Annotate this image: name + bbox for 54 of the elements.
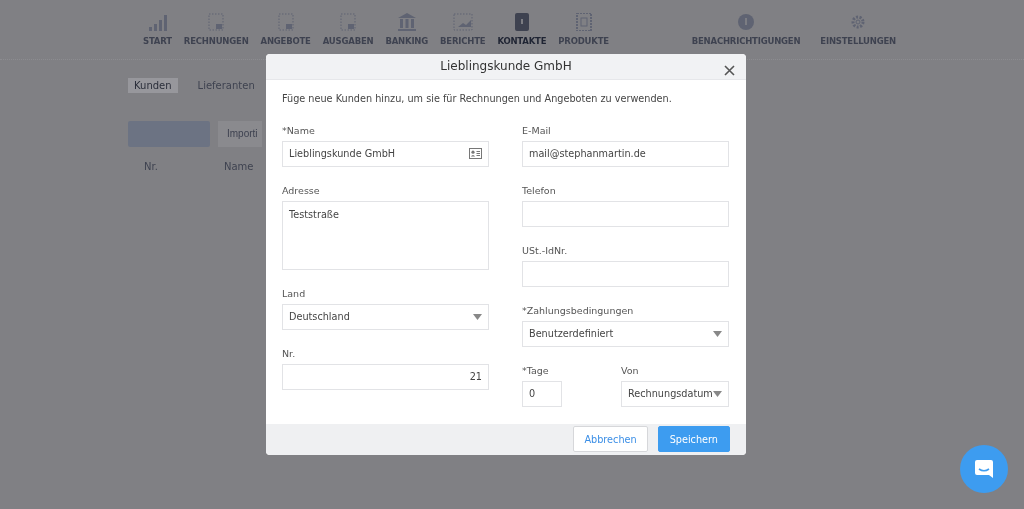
nav-item[interactable]: PRODUKTE — [555, 0, 612, 59]
chat-button[interactable] — [960, 445, 1008, 493]
dialog-title: Lieblingskunde GmbH — [440, 59, 572, 74]
field-label: *Name — [282, 123, 315, 137]
bar-chart-icon — [147, 13, 168, 31]
field-label: Adresse — [282, 183, 320, 197]
sub-tab[interactable]: Lieferanten — [191, 78, 261, 93]
bank-icon — [396, 13, 417, 31]
nav-item[interactable]: BERICHTE — [437, 0, 489, 59]
text-field[interactable]: mail@stephanmartin.de — [522, 140, 729, 167]
column-header: Nr. — [143, 161, 159, 172]
save-button[interactable]: Speichern — [657, 426, 730, 453]
field-label: E-Mail — [522, 123, 551, 137]
contact-card-icon[interactable] — [469, 148, 482, 160]
intro-text: Füge neue Kunden hinzu, um sie für Rechnungen und Angeboten zu verwenden. — [282, 92, 673, 104]
import-button[interactable]: Importi — [218, 121, 262, 147]
chat-icon — [974, 459, 994, 479]
number-field[interactable]: 21 — [282, 363, 489, 390]
nav-item[interactable]: AUSGABEN — [319, 0, 377, 59]
field-label: Telefon — [522, 183, 556, 197]
nav-item[interactable]: BANKING — [382, 0, 432, 59]
chart-icon — [452, 13, 473, 31]
select-field[interactable]: Benutzerdefiniert — [522, 320, 729, 347]
nav-item[interactable]: RECHNUNGEN — [180, 0, 252, 59]
field-label: Nr. — [282, 346, 296, 360]
caret-icon — [713, 390, 722, 397]
field-label: USt.-IdNr. — [522, 243, 568, 257]
address-field[interactable]: Teststraße — [282, 200, 489, 270]
field-label: Von — [621, 363, 639, 377]
nav-item[interactable]: KONTAKTE — [494, 0, 550, 59]
text-field[interactable]: Lieblingskunde GmbH — [282, 140, 489, 167]
document-icon — [275, 13, 296, 31]
close-icon[interactable] — [724, 65, 735, 76]
grid-icon — [573, 13, 594, 31]
nav-item[interactable]: ANGEBOTE — [257, 0, 314, 59]
select-field[interactable]: Rechnungsdatum — [621, 380, 729, 407]
nav-item[interactable]: BENACHRICHTIGUNGEN — [688, 0, 804, 59]
select-field[interactable]: Deutschland — [282, 303, 489, 330]
caret-icon — [713, 330, 722, 337]
field-label: Land — [282, 286, 306, 300]
cancel-button[interactable]: Abbrechen — [573, 426, 648, 453]
text-field[interactable] — [522, 260, 729, 287]
column-header: Name — [224, 161, 254, 172]
field-label: *Tage — [522, 363, 549, 377]
caret-icon — [473, 313, 482, 320]
document-icon — [206, 13, 227, 31]
field-label: *Zahlungsbedingungen — [522, 303, 634, 317]
document-icon — [338, 13, 359, 31]
text-field[interactable]: 0 — [522, 380, 562, 407]
nav-item[interactable]: EINSTELLUNGEN — [817, 0, 899, 59]
text-field[interactable] — [522, 200, 729, 227]
nav-item[interactable]: START — [140, 0, 175, 59]
info-icon — [736, 13, 756, 31]
sub-tab[interactable]: Kunden — [128, 78, 178, 93]
